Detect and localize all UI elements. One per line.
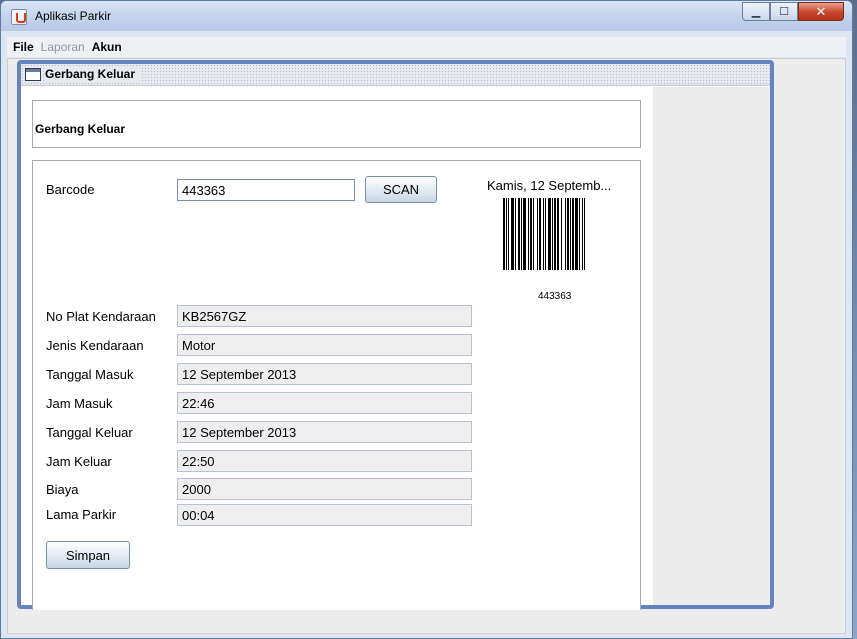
field-tanggal-keluar[interactable]: 12 September 2013	[177, 421, 472, 443]
desktop-pane: Gerbang Keluar Gerbang Keluar Barcode 44…	[7, 58, 846, 634]
barcode-label: Barcode	[46, 182, 95, 197]
app-window: Aplikasi Parkir ▁ ☐ ✕ File Laporan Akun …	[0, 0, 853, 639]
field-lama-parkir[interactable]: 00:04	[177, 504, 472, 526]
internal-frame-gerbang-keluar: Gerbang Keluar Gerbang Keluar Barcode 44…	[17, 60, 774, 610]
window-title: Aplikasi Parkir	[35, 9, 112, 23]
form-panel: Barcode 443363 SCAN Kamis, 12 Septemb...…	[32, 160, 641, 610]
caption-buttons: ▁ ☐ ✕	[742, 2, 844, 21]
field-biaya[interactable]: 2000	[177, 478, 472, 500]
title-bar[interactable]: Aplikasi Parkir ▁ ☐ ✕	[1, 1, 852, 31]
simpan-button[interactable]: Simpan	[46, 541, 130, 569]
menu-akun[interactable]: Akun	[92, 40, 122, 54]
menu-laporan[interactable]: Laporan	[41, 40, 85, 54]
barcode-image	[503, 198, 585, 270]
close-button[interactable]: ✕	[798, 2, 844, 21]
menu-file[interactable]: File	[13, 40, 34, 54]
maximize-icon: ☐	[779, 6, 789, 18]
minimize-icon: ▁	[751, 6, 761, 18]
scan-button[interactable]: SCAN	[365, 176, 437, 203]
close-icon: ✕	[815, 3, 827, 19]
label-biaya: Biaya	[46, 482, 79, 497]
label-no-plat: No Plat Kendaraan	[46, 309, 156, 324]
internal-frame-title-bar[interactable]: Gerbang Keluar	[21, 64, 770, 86]
maximize-button[interactable]: ☐	[770, 2, 798, 21]
barcode-input[interactable]: 443363	[177, 179, 355, 201]
internal-frame-content: Gerbang Keluar Barcode 443363 SCAN Kamis…	[21, 87, 770, 610]
panel-heading: Gerbang Keluar	[35, 122, 126, 136]
field-jenis-kendaraan[interactable]: Motor	[177, 334, 472, 356]
field-tanggal-masuk[interactable]: 12 September 2013	[177, 363, 472, 385]
label-jam-keluar: Jam Keluar	[46, 454, 112, 469]
field-no-plat[interactable]: KB2567GZ	[177, 305, 472, 327]
java-cup-icon	[11, 9, 27, 25]
minimize-button[interactable]: ▁	[742, 2, 770, 21]
label-lama-parkir: Lama Parkir	[46, 507, 117, 522]
side-strip	[653, 87, 770, 605]
label-jenis-kendaraan: Jenis Kendaraan	[46, 338, 144, 353]
field-jam-masuk[interactable]: 22:46	[177, 392, 472, 414]
menu-bar: File Laporan Akun	[7, 37, 846, 57]
window-icon	[25, 68, 41, 81]
label-jam-masuk: Jam Masuk	[46, 396, 113, 411]
barcode-number: 443363	[538, 291, 572, 302]
internal-frame-title: Gerbang Keluar	[45, 67, 142, 81]
date-label: Kamis, 12 Septemb...	[487, 178, 612, 193]
label-tanggal-masuk: Tanggal Masuk	[46, 367, 134, 382]
field-jam-keluar[interactable]: 22:50	[177, 450, 472, 472]
label-tanggal-keluar: Tanggal Keluar	[46, 425, 133, 440]
header-panel: Gerbang Keluar	[32, 100, 641, 148]
